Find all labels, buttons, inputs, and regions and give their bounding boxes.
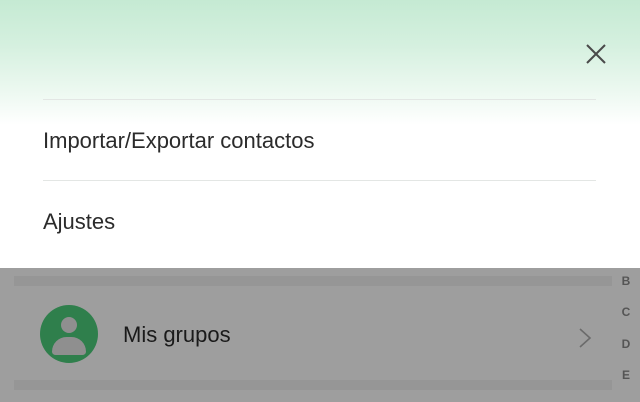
- menu-item-label: Ajustes: [43, 209, 116, 234]
- index-letter-e[interactable]: E: [612, 368, 640, 382]
- my-groups-label: Mis grupos: [123, 322, 231, 347]
- close-icon: [586, 44, 606, 64]
- my-groups-row[interactable]: Mis grupos: [0, 290, 612, 378]
- overflow-menu-panel: Importar/Exportar contactos Ajustes: [0, 0, 640, 268]
- group-avatar-icon: [40, 305, 98, 363]
- menu-item-label: Importar/Exportar contactos: [43, 128, 315, 153]
- list-divider: [14, 276, 612, 286]
- menu-item-import-export[interactable]: Importar/Exportar contactos: [0, 100, 640, 180]
- list-divider: [14, 380, 612, 390]
- index-letter-b[interactable]: B: [612, 274, 640, 288]
- menu-item-settings[interactable]: Ajustes: [0, 181, 640, 261]
- index-letter-d[interactable]: D: [612, 337, 640, 351]
- index-letter-c[interactable]: C: [612, 305, 640, 319]
- screen: Mis grupos B C D E Importar/Exportar con…: [0, 0, 640, 402]
- alphabet-index[interactable]: B C D E: [612, 268, 640, 402]
- close-button[interactable]: [580, 38, 612, 70]
- chevron-right-icon: [579, 328, 592, 348]
